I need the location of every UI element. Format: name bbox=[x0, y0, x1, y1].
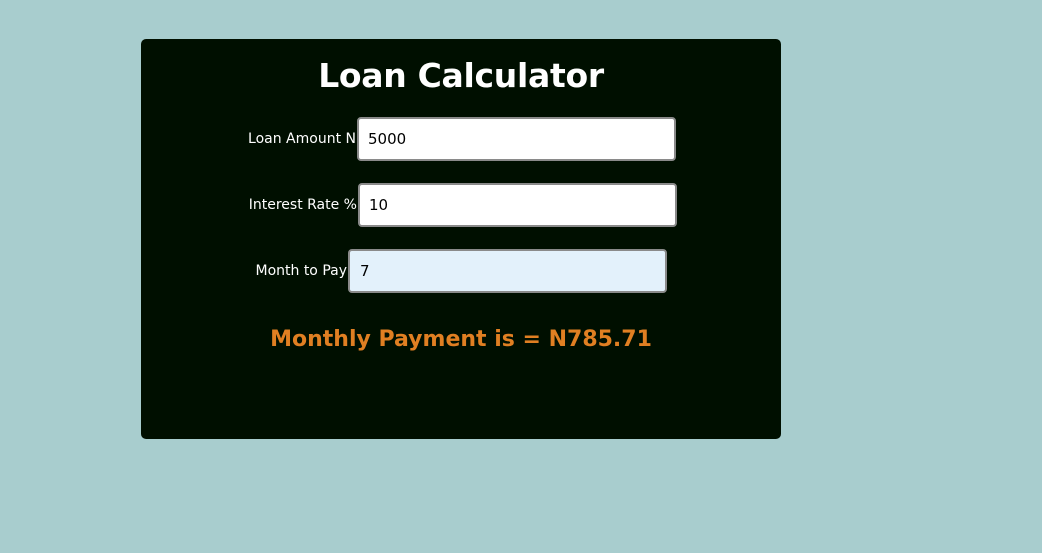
loan-calculator-card: Loan Calculator Loan Amount N Interest R… bbox=[141, 39, 781, 439]
interest-rate-input[interactable] bbox=[358, 183, 677, 227]
page-title: Loan Calculator bbox=[318, 56, 604, 95]
months-label: Month to Pay bbox=[255, 263, 347, 279]
interest-rate-row: Interest Rate % bbox=[141, 183, 781, 227]
loan-amount-row: Loan Amount N bbox=[141, 117, 781, 161]
months-input[interactable] bbox=[348, 249, 667, 293]
loan-amount-label: Loan Amount N bbox=[248, 131, 356, 147]
loan-amount-input[interactable] bbox=[357, 117, 676, 161]
interest-rate-label: Interest Rate % bbox=[248, 197, 357, 213]
months-row: Month to Pay bbox=[141, 249, 781, 293]
monthly-payment-result: Monthly Payment is = N785.71 bbox=[270, 327, 652, 352]
